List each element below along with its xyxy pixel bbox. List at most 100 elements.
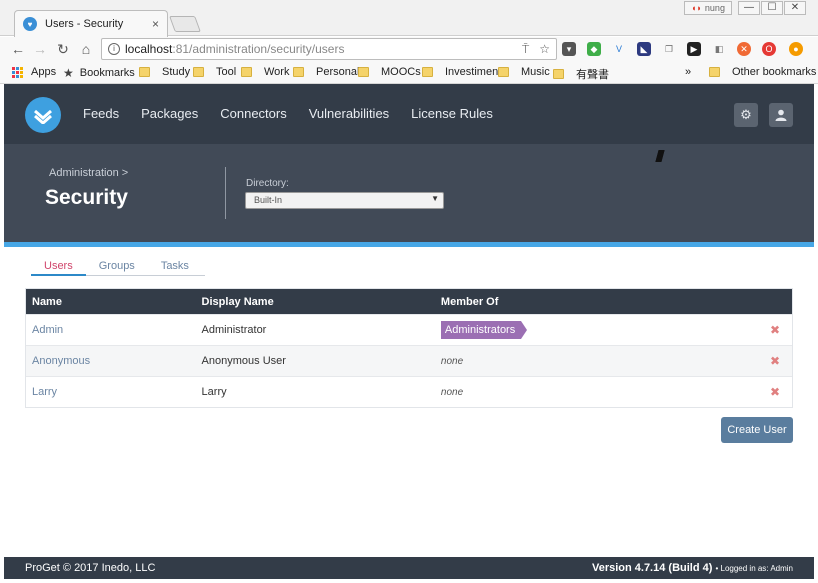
forward-arrow-icon[interactable]: → [31, 40, 49, 58]
settings-button[interactable]: ⚙ [734, 103, 758, 127]
browser-toolbar: ← → ↻ ⌂ i localhost:81/administration/se… [0, 37, 818, 62]
info-icon[interactable]: i [108, 43, 120, 55]
address-bar[interactable]: i localhost:81/administration/security/u… [101, 38, 557, 60]
bookmark-folder-audiobooks[interactable]: 有聲書 [553, 66, 609, 82]
tab-tasks[interactable]: Tasks [148, 260, 202, 276]
tab-users[interactable]: Users [31, 260, 86, 276]
user-name-link[interactable]: Admin [26, 324, 202, 336]
app-header: Feeds Packages Connectors Vulnerabilitie… [4, 84, 814, 144]
play-extension-icon[interactable]: ▶ [687, 42, 701, 56]
main-nav: Feeds Packages Connectors Vulnerabilitie… [83, 106, 493, 121]
close-circle-extension-icon[interactable]: ✕ [737, 42, 751, 56]
minimize-button[interactable]: — [738, 1, 760, 15]
nav-packages[interactable]: Packages [141, 106, 198, 121]
folder-icon [358, 67, 369, 77]
folder-icon [193, 67, 204, 77]
bookmarks-bar: Apps ★ Bookmarks Study Tool Work Persona… [0, 62, 818, 84]
delete-icon[interactable]: ✖ [758, 385, 792, 399]
member-of-none: none [440, 386, 464, 398]
group-badge[interactable]: Administrators [440, 321, 528, 339]
browser-tab[interactable]: ♥ Users - Security × [14, 10, 168, 37]
tab-groups[interactable]: Groups [86, 260, 148, 276]
profile-button[interactable]: ◖◗ nung [684, 1, 732, 15]
folder-icon [139, 67, 150, 77]
directory-selected-value: Built-In [254, 195, 283, 205]
bookmark-apps[interactable]: Apps [12, 66, 56, 78]
proget-favicon-icon: ♥ [23, 17, 37, 31]
logo-chevron-icon [34, 109, 52, 124]
opera-extension-icon[interactable]: O [762, 42, 776, 56]
users-table: Name Display Name Member Of Admin Admini… [25, 288, 793, 408]
bookmark-folder-personal[interactable]: Personal [293, 66, 359, 78]
close-window-button[interactable]: ✕ [784, 1, 806, 15]
user-display-name: Administrator [201, 324, 267, 336]
column-header-member-of: Member Of [440, 295, 499, 308]
bookmark-folder-music[interactable]: Music [498, 66, 550, 78]
create-user-button[interactable]: Create User [721, 417, 793, 443]
page-header: Administration > Security Directory: Bui… [4, 144, 814, 242]
bookmark-folder-investiment[interactable]: Investiment [422, 66, 501, 78]
footer: ProGet © 2017 Inedo, LLC Version 4.7.14 … [4, 557, 814, 579]
pin-icon[interactable]: ⍑ [522, 42, 529, 57]
directory-select[interactable]: Built-In ▼ [245, 192, 444, 209]
reload-icon[interactable]: ↻ [54, 40, 72, 58]
bookmark-star-icon[interactable]: ☆ [539, 42, 550, 57]
new-tab-button[interactable] [169, 16, 201, 32]
gear-icon: ⚙ [740, 107, 752, 122]
nav-connectors[interactable]: Connectors [220, 106, 286, 121]
nav-license-rules[interactable]: License Rules [411, 106, 493, 121]
profile-icon: ◖◗ [691, 3, 702, 13]
bookmarks-overflow-button[interactable]: » [685, 66, 691, 78]
pocket-extension-icon[interactable]: ▾ [562, 42, 576, 56]
main-content: Users Groups Tasks Name Display Name Mem… [4, 247, 814, 557]
back-arrow-icon[interactable]: ← [9, 40, 27, 58]
apps-grid-icon [12, 66, 23, 78]
bookmark-folder-work[interactable]: Work [241, 66, 289, 78]
security-tabs: Users Groups Tasks [31, 260, 205, 276]
folder-icon [422, 67, 433, 77]
user-name-link[interactable]: Anonymous [26, 355, 202, 367]
table-row: Anonymous Anonymous User none ✖ [26, 345, 792, 376]
proget-logo-icon[interactable] [25, 97, 61, 133]
copy-extension-icon[interactable]: ❐ [662, 42, 676, 56]
browser-titlebar: ♥ Users - Security × ◖◗ nung — ☐ ✕ [0, 0, 818, 37]
maximize-button[interactable]: ☐ [761, 1, 783, 15]
user-icon [775, 109, 787, 121]
user-display-name: Anonymous User [201, 355, 286, 367]
orange-extension-icon[interactable]: ● [789, 42, 803, 56]
table-row: Admin Administrator Administrators ✖ [26, 314, 792, 345]
nav-vulnerabilities[interactable]: Vulnerabilities [309, 106, 389, 121]
bookmark-folder-other[interactable]: Other bookmarks [709, 66, 816, 78]
folder-icon [498, 67, 509, 77]
bookmark-folder-study[interactable]: Study [139, 66, 190, 78]
feedly-extension-icon[interactable]: ◆ [587, 42, 601, 56]
nav-feeds[interactable]: Feeds [83, 106, 119, 121]
folder-icon [241, 67, 252, 77]
profile-name: nung [704, 3, 725, 13]
window-controls: — ☐ ✕ [738, 1, 806, 15]
footer-copyright: ProGet © 2017 Inedo, LLC [25, 562, 156, 574]
bookmark-bookmarks[interactable]: ★ Bookmarks [63, 66, 135, 80]
bookmark-folder-tool[interactable]: Tool [193, 66, 236, 78]
delete-icon[interactable]: ✖ [758, 323, 792, 337]
star-icon: ★ [63, 66, 74, 80]
member-of-none: none [440, 355, 464, 367]
folder-icon [293, 67, 304, 77]
delete-icon[interactable]: ✖ [758, 354, 792, 368]
v-extension-icon[interactable]: V [612, 42, 626, 56]
breadcrumb[interactable]: Administration > [49, 167, 128, 179]
tab-close-icon[interactable]: × [152, 17, 159, 31]
url-path: :81/administration/security/users [172, 42, 345, 56]
bookmark-manager-extension-icon[interactable]: ◣ [637, 42, 651, 56]
reader-extension-icon[interactable]: ◧ [712, 42, 726, 56]
table-row: Larry Larry none ✖ [26, 376, 792, 407]
user-name-link[interactable]: Larry [26, 386, 202, 398]
user-menu-button[interactable] [769, 103, 793, 127]
page-title: Security [45, 186, 128, 209]
footer-version: Version 4.7.14 (Build 4) [591, 562, 713, 574]
user-display-name: Larry [201, 386, 227, 398]
home-icon[interactable]: ⌂ [77, 40, 95, 58]
caret-down-icon: ▼ [431, 194, 439, 203]
table-header: Name Display Name Member Of [26, 289, 792, 314]
bookmark-folder-moocs[interactable]: MOOCs [358, 66, 421, 78]
